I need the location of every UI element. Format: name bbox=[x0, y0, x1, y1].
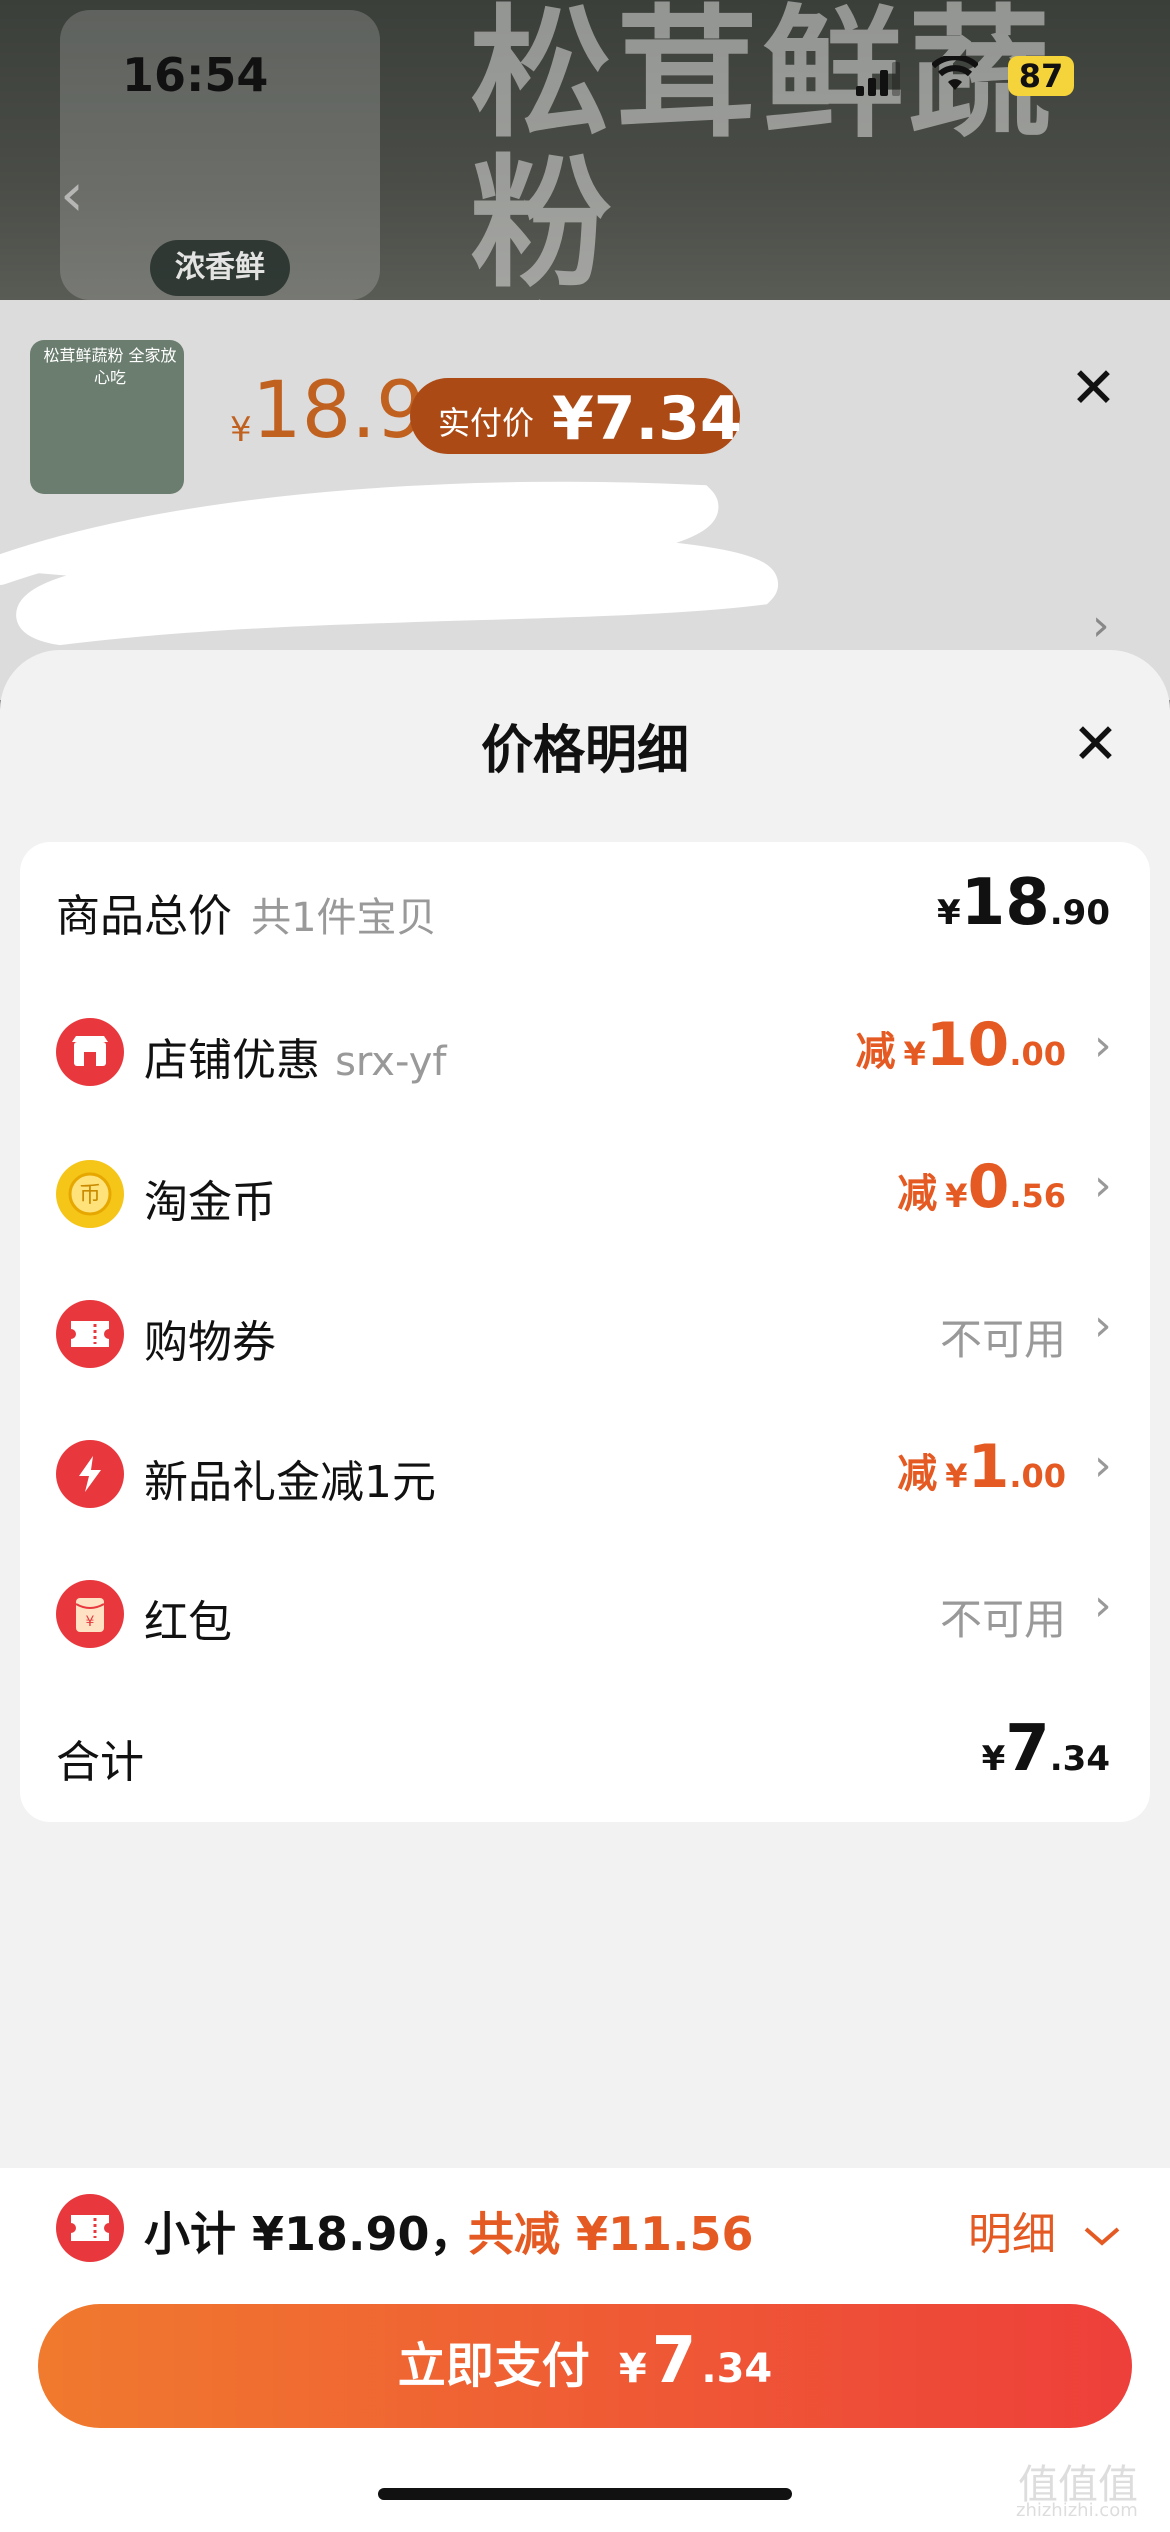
pay-now-button[interactable]: 立即支付 ¥ 7 .34 bbox=[38, 2304, 1132, 2428]
row-coin[interactable]: 淘金币 bbox=[144, 1166, 276, 1230]
close-sheet-icon[interactable]: ✕ bbox=[1070, 356, 1117, 421]
jar-label: 浓香鲜 bbox=[150, 240, 290, 296]
detail-toggle[interactable]: 明细 bbox=[968, 2198, 1122, 2262]
redaction-scribble bbox=[0, 481, 778, 646]
pay-label: 立即支付 bbox=[397, 2338, 590, 2394]
paid-price-pill: 实付价 ¥7.34 bbox=[410, 378, 742, 454]
row-red-packet[interactable]: 红包 bbox=[144, 1586, 232, 1650]
red-packet-icon: ¥ bbox=[56, 1580, 124, 1648]
watermark-site: zhizhizhi.com bbox=[1016, 2500, 1138, 2521]
banner-title: 松茸鲜蔬粉 全家放心吃 bbox=[470, 0, 1054, 300]
chevron-right-icon[interactable]: › bbox=[1094, 1580, 1112, 1631]
voucher-icon bbox=[56, 1300, 124, 1368]
thumbnail-text: 松茸鲜蔬粉 全家放心吃 bbox=[43, 346, 177, 387]
battery-indicator: 87 bbox=[1008, 56, 1074, 96]
chevron-down-icon bbox=[1084, 2227, 1120, 2246]
paid-price-value: ¥7.34 bbox=[552, 384, 742, 454]
red-packet-status: 不可用 bbox=[939, 1595, 1066, 1644]
wifi-icon bbox=[930, 54, 980, 102]
row-total: 商品总价 共1件宝贝 bbox=[56, 880, 437, 944]
chevron-right-icon[interactable]: › bbox=[1094, 1440, 1112, 1491]
lightning-icon bbox=[56, 1440, 124, 1508]
price-currency: ¥ bbox=[230, 410, 252, 450]
chevron-right-icon[interactable]: › bbox=[1094, 1300, 1112, 1351]
detail-label: 明细 bbox=[968, 2209, 1056, 2260]
pay-int: 7 bbox=[651, 2324, 697, 2398]
svg-text:¥: ¥ bbox=[86, 1614, 95, 1630]
pay-dec: .34 bbox=[701, 2346, 773, 2392]
signal-icon bbox=[856, 60, 900, 96]
voucher-icon bbox=[56, 2194, 124, 2262]
shop-icon bbox=[56, 1018, 124, 1086]
shop-discount-amount: 减 ¥10.00 bbox=[855, 1010, 1066, 1080]
voucher-status: 不可用 bbox=[939, 1315, 1066, 1364]
discount-total: 共减 ¥11.56 bbox=[468, 2207, 754, 2261]
row-total-amount: ¥18.90 bbox=[937, 866, 1110, 940]
paid-price-label: 实付价 bbox=[438, 404, 535, 442]
row-sum: 合计 bbox=[56, 1737, 144, 1788]
product-price: 18.9 bbox=[252, 366, 426, 456]
new-gift-amount: 减 ¥1.00 bbox=[897, 1432, 1066, 1502]
row-new-gift[interactable]: 新品礼金减1元 bbox=[144, 1446, 436, 1510]
svg-text:币: 币 bbox=[79, 1183, 101, 1208]
chevron-right-icon[interactable]: › bbox=[1094, 1020, 1112, 1071]
back-chevron-icon[interactable]: ‹ bbox=[60, 160, 84, 230]
product-banner: 浓香鲜 松茸鲜蔬粉 全家放心吃 ‹ bbox=[0, 0, 1170, 300]
row-sub: 共1件宝贝 bbox=[251, 895, 437, 941]
close-modal-icon[interactable]: ✕ bbox=[1072, 712, 1119, 777]
row-shop-discount[interactable]: 店铺优惠 srx-yf bbox=[144, 1024, 446, 1088]
chevron-right-icon: › bbox=[1092, 600, 1110, 651]
coin-icon: 币 bbox=[56, 1160, 124, 1228]
home-indicator bbox=[378, 2488, 792, 2500]
row-voucher[interactable]: 购物券 bbox=[144, 1306, 276, 1370]
sum-amount: ¥7.34 bbox=[981, 1712, 1110, 1786]
coin-amount: 减 ¥0.56 bbox=[897, 1152, 1066, 1222]
subtotal-text: 小计 ¥18.90， bbox=[144, 2207, 476, 2261]
modal-title: 价格明细 bbox=[480, 721, 689, 781]
chevron-right-icon[interactable]: › bbox=[1094, 1160, 1112, 1211]
pay-yen: ¥ bbox=[618, 2346, 647, 2392]
row-label: 商品总价 bbox=[56, 891, 232, 942]
status-time: 16:54 bbox=[122, 48, 269, 102]
